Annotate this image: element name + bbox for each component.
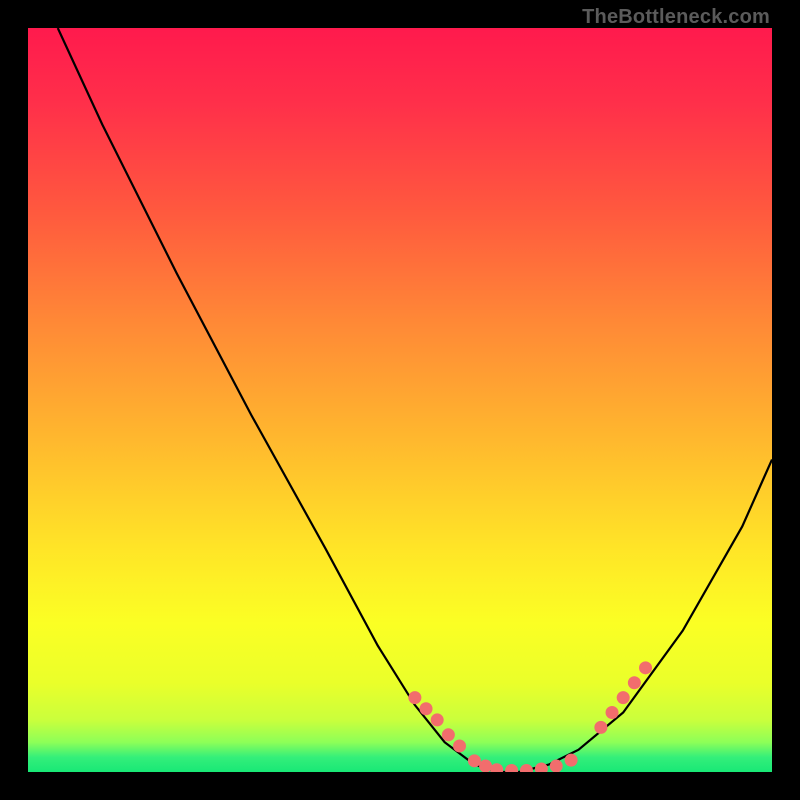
marker-dot — [535, 763, 548, 772]
marker-dot — [639, 661, 652, 674]
marker-dot — [628, 676, 641, 689]
marker-dot — [468, 754, 481, 767]
marker-dot — [505, 764, 518, 772]
marker-dot — [594, 721, 607, 734]
marker-dot — [431, 713, 444, 726]
plot-area — [28, 28, 772, 772]
marker-dot — [617, 691, 630, 704]
bottleneck-curve — [58, 28, 772, 772]
marker-dot — [453, 739, 466, 752]
marker-dot — [420, 702, 433, 715]
chart-frame: TheBottleneck.com — [0, 0, 800, 800]
marker-dot — [520, 764, 533, 772]
marker-dot — [408, 691, 421, 704]
marker-dot — [479, 760, 492, 772]
chart-svg — [28, 28, 772, 772]
data-markers — [408, 661, 652, 772]
marker-dot — [550, 760, 563, 772]
watermark-text: TheBottleneck.com — [582, 6, 770, 29]
marker-dot — [490, 763, 503, 772]
marker-dot — [606, 706, 619, 719]
marker-dot — [442, 728, 455, 741]
marker-dot — [565, 754, 578, 767]
